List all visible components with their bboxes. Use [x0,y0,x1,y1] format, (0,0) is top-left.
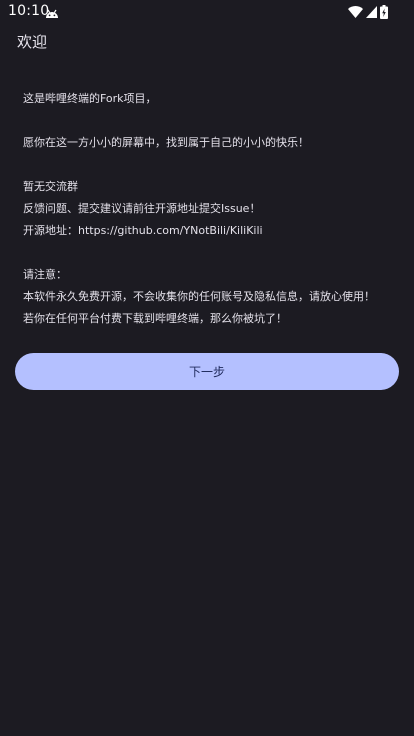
next-button-label: 下一步 [188,365,225,379]
welcome-screen: 10:10 欢迎 这是哔哩终端的Fork项目， 愿你在这一方小小的屏幕中，找到属… [0,0,414,736]
free-open-source-line: 本软件永久免费开源，不会收集你的任何账号及隐私信息，请放心使用！ [23,290,375,303]
battery-charging-icon [380,5,388,19]
intro-line: 这是哔哩终端的Fork项目， [23,92,157,105]
group-line: 暂无交流群 [23,180,78,193]
notice-heading: 请注意： [23,268,67,281]
page-title: 欢迎 [17,33,48,51]
status-time: 10:10 [8,3,50,19]
wifi-icon [348,6,363,18]
status-bar: 10:10 [0,0,414,24]
paid-warning-line: 若你在任何平台付费下载到哔哩终端，那么你被坑了！ [23,312,287,325]
repo-url-line: 开源地址：https://github.com/YNotBili/KiliKil… [23,224,263,237]
status-icons [348,4,388,20]
feedback-line: 反馈问题、提交建议请前往开源地址提交Issue！ [23,202,261,215]
debug-android-icon [45,5,59,18]
cell-signal-icon [366,6,377,18]
wish-line: 愿你在这一方小小的屏幕中，找到属于自己的小小的快乐！ [23,136,309,149]
next-button[interactable]: 下一步 [15,353,399,390]
